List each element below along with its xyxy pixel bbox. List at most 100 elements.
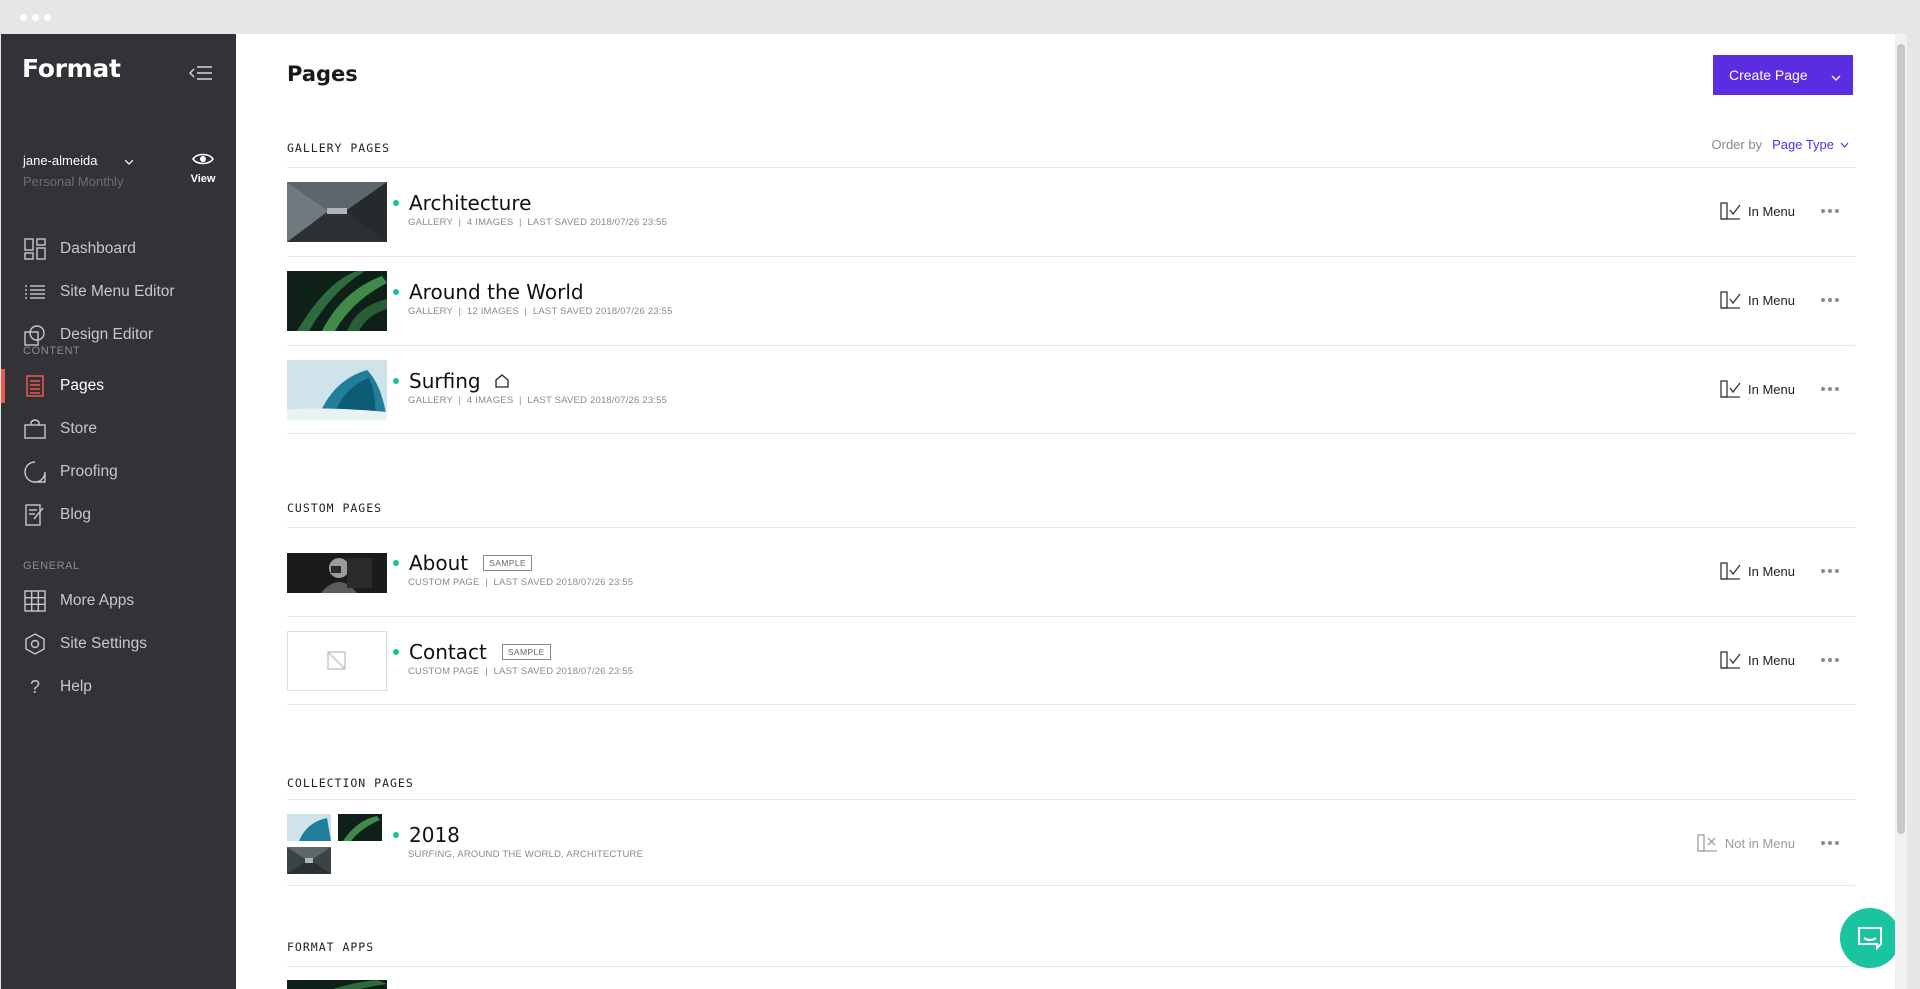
main-content: Pages Create Page GALLERY PAGES Order by… xyxy=(236,34,1907,989)
sidebar-item-label: Dashboard xyxy=(60,240,136,257)
window-controls[interactable] xyxy=(20,14,51,21)
section-heading-gallery: GALLERY PAGES xyxy=(287,141,391,155)
sidebar-item-site-settings[interactable]: Site Settings xyxy=(1,625,236,663)
proofing-icon xyxy=(23,460,47,484)
account-switcher[interactable]: jane-almeida Personal Monthly xyxy=(23,153,134,189)
page-title: Pages xyxy=(287,62,358,86)
chevron-down-icon[interactable] xyxy=(1831,68,1841,84)
chat-support-button[interactable] xyxy=(1840,908,1900,968)
sidebar-section-content: CONTENT xyxy=(23,345,81,357)
page-thumbnail[interactable] xyxy=(287,553,387,593)
not-in-menu-icon xyxy=(1697,834,1717,852)
sidebar-item-label: Blog xyxy=(60,506,92,523)
menu-status-toggle[interactable]: In Menu xyxy=(1720,562,1795,580)
page-row[interactable]: About SAMPLE CUSTOM PAGE | LAST SAVED 20… xyxy=(287,527,1855,616)
sidebar-item-dashboard[interactable]: Dashboard xyxy=(1,230,236,268)
menu-status-toggle[interactable]: In Menu xyxy=(1720,202,1795,220)
no-image-icon xyxy=(327,651,346,670)
sidebar-item-more-apps[interactable]: More Apps xyxy=(1,582,236,620)
page-title-link[interactable]: About xyxy=(409,551,468,575)
sidebar-item-pages[interactable]: Pages xyxy=(1,367,236,405)
more-options-icon[interactable] xyxy=(1821,836,1841,850)
sidebar-item-label: Site Settings xyxy=(60,635,148,652)
app-window: Format jane-almeida Personal Monthly Vie… xyxy=(1,34,1907,989)
menu-status-toggle[interactable]: Not in Menu xyxy=(1697,834,1795,852)
section-heading-apps: FORMAT APPS xyxy=(287,940,375,954)
published-dot xyxy=(393,200,399,206)
more-options-icon[interactable] xyxy=(1821,653,1841,667)
page-row[interactable]: Contact SAMPLE CUSTOM PAGE | LAST SAVED … xyxy=(287,616,1855,705)
menu-status-toggle[interactable]: In Menu xyxy=(1720,380,1795,398)
in-menu-icon xyxy=(1720,651,1741,669)
page-meta: GALLERY | 4 IMAGES | LAST SAVED 2018/07/… xyxy=(408,395,668,406)
page-meta: GALLERY | 4 IMAGES | LAST SAVED 2018/07/… xyxy=(408,217,668,228)
published-dot xyxy=(393,560,399,566)
in-menu-icon xyxy=(1720,562,1741,580)
page-title-link[interactable]: Around the World xyxy=(409,280,584,304)
format-logo[interactable]: Format xyxy=(22,54,121,83)
view-site-button[interactable]: View xyxy=(187,152,219,185)
menu-status-label: In Menu xyxy=(1748,652,1795,668)
more-options-icon[interactable] xyxy=(1821,564,1841,578)
more-options-icon[interactable] xyxy=(1821,204,1841,218)
page-thumbnail[interactable] xyxy=(287,814,387,876)
published-dot xyxy=(393,832,399,838)
page-thumbnail[interactable] xyxy=(287,271,387,331)
page-meta: GALLERY | 12 IMAGES | LAST SAVED 2018/07… xyxy=(408,306,673,317)
create-page-button[interactable]: Create Page xyxy=(1713,55,1853,95)
page-thumbnail[interactable] xyxy=(287,182,387,242)
page-thumbnail[interactable] xyxy=(287,980,387,989)
sample-badge: SAMPLE xyxy=(501,644,551,660)
sidebar-item-label: Help xyxy=(60,678,92,695)
sidebar-item-store[interactable]: Store xyxy=(1,410,236,448)
page-meta: SURFING, AROUND THE WORLD, ARCHITECTURE xyxy=(408,849,644,860)
page-title-link[interactable]: 2018 xyxy=(409,823,460,847)
scrollbar-thumb[interactable] xyxy=(1897,44,1905,834)
sidebar-item-label: Design Editor xyxy=(60,326,154,343)
more-options-icon[interactable] xyxy=(1821,382,1841,396)
page-row[interactable]: Surfing GALLERY | 4 IMAGES | LAST SAVED … xyxy=(287,345,1855,434)
page-row[interactable]: Around the World GALLERY | 12 IMAGES | L… xyxy=(287,256,1855,345)
more-options-icon[interactable] xyxy=(1821,293,1841,307)
sample-badge: SAMPLE xyxy=(483,555,533,571)
section-heading-custom: CUSTOM PAGES xyxy=(287,501,383,515)
blog-icon xyxy=(23,503,47,527)
page-title-link[interactable]: Architecture xyxy=(409,191,531,215)
page-thumbnail[interactable] xyxy=(287,360,387,420)
sidebar-item-label: Pages xyxy=(60,377,104,394)
order-by-control[interactable]: Order by Page Type xyxy=(1712,137,1850,152)
chevron-down-icon xyxy=(1840,142,1849,148)
sidebar-item-site-menu-editor[interactable]: Site Menu Editor xyxy=(1,273,236,311)
menu-status-toggle[interactable]: In Menu xyxy=(1720,291,1795,309)
in-menu-icon xyxy=(1720,291,1741,309)
menu-status-label: In Menu xyxy=(1748,381,1795,397)
view-label: View xyxy=(190,173,216,185)
page-thumbnail[interactable] xyxy=(287,631,387,691)
page-title-link[interactable]: Surfing xyxy=(409,369,481,393)
published-dot xyxy=(393,378,399,384)
page-row[interactable]: 2018 SURFING, AROUND THE WORLD, ARCHITEC… xyxy=(287,799,1855,886)
collapse-sidebar-icon[interactable] xyxy=(188,64,213,82)
menu-status-toggle[interactable]: In Menu xyxy=(1720,651,1795,669)
page-row[interactable]: Architecture GALLERY | 4 IMAGES | LAST S… xyxy=(287,167,1855,256)
page-meta: CUSTOM PAGE | LAST SAVED 2018/07/26 23:5… xyxy=(408,577,634,588)
order-by-value: Page Type xyxy=(1772,137,1834,152)
sidebar-item-help[interactable]: ? Help xyxy=(1,668,236,706)
page-row[interactable] xyxy=(287,966,1855,989)
order-by-select[interactable]: Page Type xyxy=(1772,137,1849,152)
window-chrome xyxy=(0,0,1920,34)
home-icon xyxy=(494,369,509,393)
sidebar-item-blog[interactable]: Blog xyxy=(1,496,236,534)
in-menu-icon xyxy=(1720,380,1741,398)
sidebar-item-label: More Apps xyxy=(60,592,135,609)
sidebar: Format jane-almeida Personal Monthly Vie… xyxy=(1,34,236,989)
sidebar-item-label: Proofing xyxy=(60,463,118,480)
order-by-label: Order by xyxy=(1711,137,1763,152)
account-plan: Personal Monthly xyxy=(23,174,124,189)
account-username: jane-almeida xyxy=(23,153,98,168)
eye-icon xyxy=(192,153,214,165)
page-scrollbar[interactable] xyxy=(1895,34,1907,989)
design-icon xyxy=(23,323,47,347)
page-title-link[interactable]: Contact xyxy=(409,640,487,664)
sidebar-item-proofing[interactable]: Proofing xyxy=(1,453,236,491)
